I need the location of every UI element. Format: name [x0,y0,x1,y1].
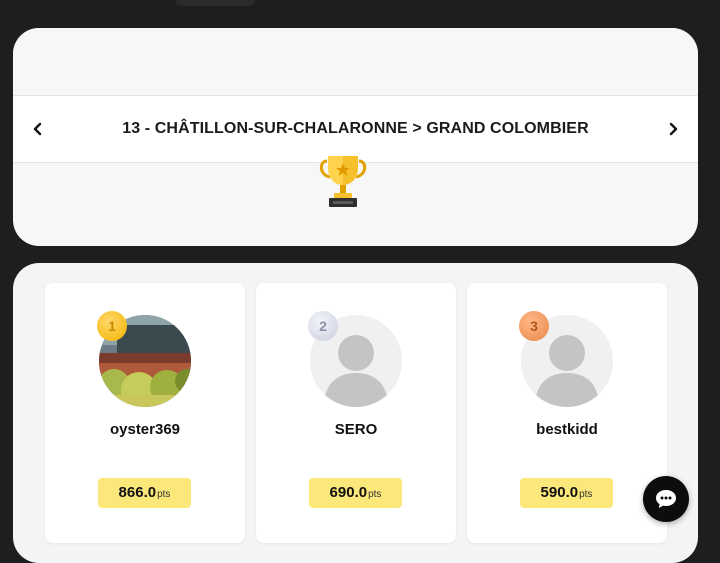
score-value: 590.0 [540,484,579,501]
score-value: 690.0 [329,484,368,501]
score-value: 866.0 [118,484,157,501]
score-unit: pts [579,489,593,500]
top-decor [175,0,255,6]
next-stage-button[interactable] [662,118,684,140]
username: bestkidd [536,421,598,438]
score-unit: pts [368,489,382,500]
chevron-left-icon [33,122,42,136]
username: SERO [334,421,378,438]
trophy-icon [319,156,367,207]
score-badge: 690.0 pts [309,478,402,508]
podium-card-2[interactable]: 2 SERO 690.0 pts [256,283,456,543]
rank-badge: 3 [519,311,549,341]
stage-title: 13 - CHÂTILLON-SUR-CHALARONNE > GRAND CO… [122,120,589,137]
score-unit: pts [157,489,171,500]
chevron-right-icon [669,122,678,136]
chat-button[interactable] [643,476,689,522]
podium-card-3[interactable]: 3 bestkidd 590.0 pts [467,283,667,543]
chat-bubble-icon [656,490,676,508]
score-badge: 866.0 pts [98,478,191,508]
username: oyster369 [109,421,181,438]
rank-badge: 1 [97,311,127,341]
score-badge: 590.0 pts [520,478,613,508]
rank-badge: 2 [308,311,338,341]
stage-header-card: 13 - CHÂTILLON-SUR-CHALARONNE > GRAND CO… [13,28,698,246]
podium-card-1[interactable]: 1 oyster369 866.0 pts [45,283,245,543]
prev-stage-button[interactable] [27,118,49,140]
